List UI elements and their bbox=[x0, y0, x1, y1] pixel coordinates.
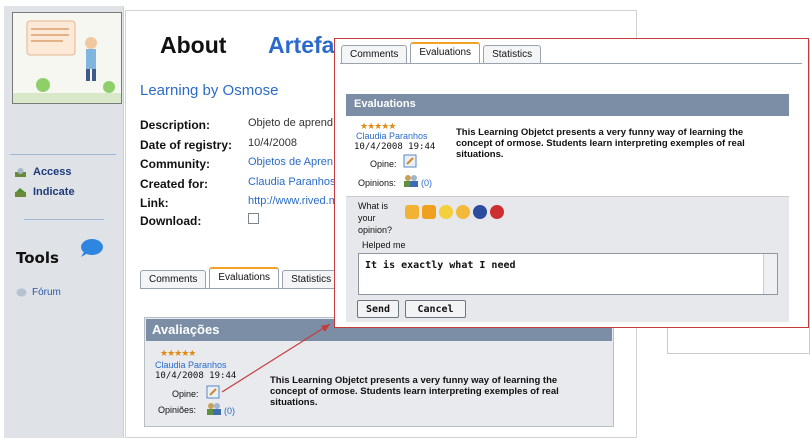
check-icon[interactable] bbox=[473, 205, 487, 219]
page-title: About bbox=[160, 32, 227, 58]
bg-tab-bar: Comments Evaluations Statistics bbox=[140, 266, 341, 288]
sidebar-item-label: Indicate bbox=[33, 186, 75, 198]
sidebar-item-label: Access bbox=[33, 166, 72, 178]
popup-evaluation-date: 10/4/2008 19:44 bbox=[354, 142, 436, 152]
tab-comments[interactable]: Comments bbox=[140, 270, 207, 288]
sidebar-separator bbox=[10, 154, 116, 155]
reject-icon[interactable] bbox=[490, 205, 504, 219]
thumbs-up-icon[interactable] bbox=[405, 205, 419, 219]
sidebar-separator bbox=[24, 219, 104, 220]
opinion-question-line: your bbox=[358, 213, 376, 223]
evaluator-name[interactable]: Claudia Paranhos bbox=[155, 360, 227, 370]
popup-tab-divider bbox=[340, 63, 802, 64]
date-label: Date of registry: bbox=[140, 138, 233, 152]
cancel-button[interactable]: Cancel bbox=[405, 300, 466, 318]
popup-opine-label: Opine: bbox=[370, 159, 397, 169]
sad-face-icon[interactable] bbox=[456, 205, 470, 219]
popup-tab-statistics[interactable]: Statistics bbox=[483, 45, 542, 63]
textarea-scrollbar[interactable] bbox=[763, 254, 777, 294]
popup-opinions-label: Opinions: bbox=[358, 178, 397, 188]
opinions-count[interactable]: (0) bbox=[224, 406, 235, 416]
sidebar-item-indicate[interactable]: Indicate bbox=[14, 186, 75, 198]
download-checkbox[interactable] bbox=[248, 213, 259, 224]
artefact-name: Learning by Osmose bbox=[140, 82, 279, 99]
date-value: 10/4/2008 bbox=[248, 137, 297, 149]
tab-evaluations[interactable]: Evaluations bbox=[209, 267, 280, 288]
popup-tab-comments[interactable]: Comments bbox=[341, 45, 408, 63]
selected-opinion: Helped me bbox=[362, 240, 406, 250]
created-for-label: Created for: bbox=[140, 177, 209, 191]
download-label: Download: bbox=[140, 214, 202, 228]
access-icon bbox=[15, 167, 26, 177]
opinion-question-line: opinion? bbox=[358, 225, 393, 235]
smile-icon[interactable] bbox=[439, 205, 453, 219]
popup-opinions-count[interactable]: (0) bbox=[421, 178, 432, 188]
popup-tab-bar: Comments Evaluations Statistics bbox=[341, 41, 542, 63]
description-label: Description: bbox=[140, 118, 211, 132]
created-for-link[interactable]: Claudia Paranhos bbox=[248, 176, 334, 188]
community-link[interactable]: Objetos de Apren bbox=[248, 156, 334, 168]
indicate-icon bbox=[15, 187, 26, 197]
popup-evaluator-name[interactable]: Claudia Paranhos bbox=[356, 131, 428, 141]
popup-evaluation-text: This Learning Objetct presents a very fu… bbox=[456, 127, 745, 160]
community-label: Community: bbox=[140, 157, 210, 171]
sidebar-item-access[interactable]: Access bbox=[14, 166, 72, 178]
sidebar-item-label: Fórum bbox=[32, 287, 61, 298]
forum-icon bbox=[16, 288, 27, 296]
popup-evaluations-header: Evaluations bbox=[346, 94, 789, 116]
rating-stars: ★★★★★ bbox=[160, 348, 196, 358]
page-title-accent: Artefa bbox=[268, 32, 335, 58]
artefact-link[interactable]: http://www.rived.m bbox=[248, 195, 334, 207]
users-icon bbox=[207, 403, 221, 415]
link-label: Link: bbox=[140, 196, 169, 210]
artefact-thumbnail[interactable] bbox=[12, 12, 122, 104]
popup-opine-icon[interactable] bbox=[403, 154, 417, 168]
description-value: Objeto de aprend bbox=[248, 117, 334, 129]
chat-bubble-icon bbox=[81, 239, 103, 257]
popup-users-icon bbox=[404, 175, 418, 187]
callout-arrow bbox=[221, 323, 331, 393]
opinions-label: Opiniões: bbox=[158, 405, 197, 415]
opine-icon[interactable] bbox=[206, 385, 220, 399]
opinion-textarea[interactable]: It is exactly what I need bbox=[358, 253, 778, 295]
opinion-question-line: What is bbox=[358, 201, 389, 211]
opinion-question: What is your opinion? bbox=[358, 200, 392, 236]
popup-tab-evaluations[interactable]: Evaluations bbox=[410, 42, 481, 63]
tab-divider bbox=[140, 288, 340, 289]
send-button[interactable]: Send bbox=[357, 300, 399, 318]
opine-label: Opine: bbox=[172, 389, 199, 399]
sidebar-item-forum[interactable]: Fórum bbox=[16, 287, 61, 298]
opinion-options bbox=[405, 205, 504, 219]
tab-statistics[interactable]: Statistics bbox=[282, 270, 341, 288]
thumbs-down-icon[interactable] bbox=[422, 205, 436, 219]
tools-heading: Tools bbox=[16, 249, 59, 267]
